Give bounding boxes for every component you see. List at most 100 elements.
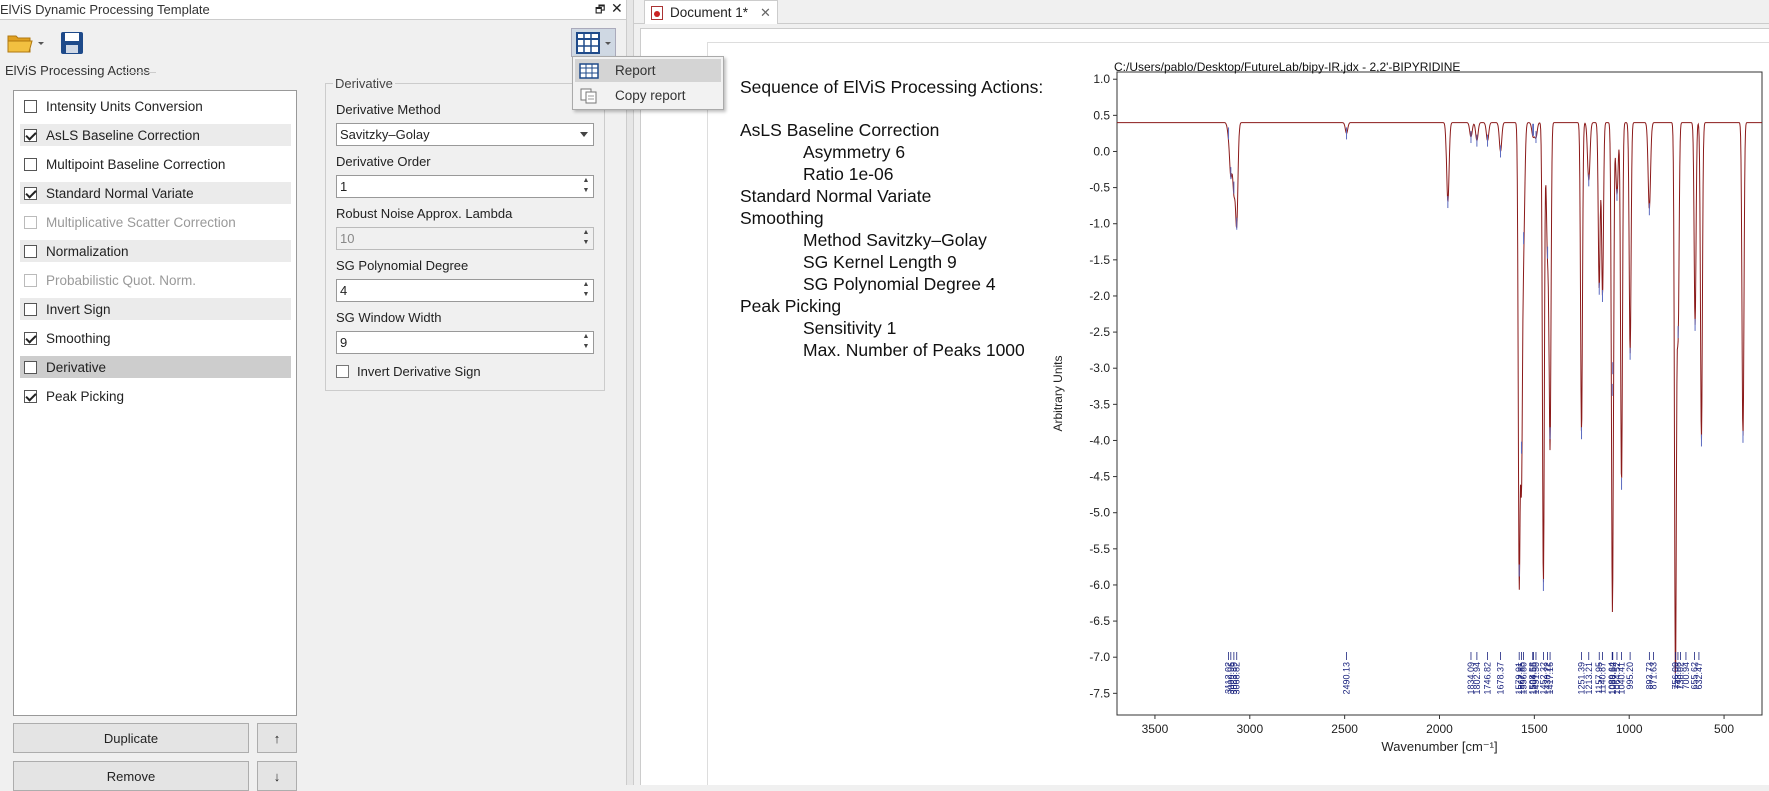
spin-arrows-icon[interactable]: ▲ ▼ xyxy=(579,176,593,197)
report-title: Sequence of ElViS Processing Actions: xyxy=(740,77,1044,97)
y-tick-label: 1.0 xyxy=(1093,72,1110,86)
checkbox xyxy=(24,215,37,229)
y-tick-label: -1.5 xyxy=(1089,253,1110,267)
checkbox[interactable] xyxy=(24,389,37,403)
action-label: Normalization xyxy=(46,243,129,259)
y-tick-label: -7.0 xyxy=(1089,650,1110,664)
action-label: Intensity Units Conversion xyxy=(46,98,203,114)
sg-window-width-spinbox[interactable]: 9 ▲ ▼ xyxy=(336,331,594,354)
action-intensity-units-conversion[interactable]: Intensity Units Conversion xyxy=(20,95,291,117)
report-line: Sensitivity 1 xyxy=(803,318,897,338)
report-line: Max. Number of Peaks 1000 xyxy=(803,340,1025,360)
checkbox[interactable] xyxy=(24,128,37,142)
y-axis-label: Arbitrary Units xyxy=(1051,355,1065,431)
report-menu-button[interactable] xyxy=(571,28,616,57)
action-multipoint-baseline-correction[interactable]: Multipoint Baseline Correction xyxy=(20,153,291,175)
action-peak-picking[interactable]: Peak Picking xyxy=(20,385,291,407)
close-icon[interactable]: ✕ xyxy=(611,0,623,17)
report-line: Standard Normal Variate xyxy=(740,186,932,206)
action-derivative[interactable]: Derivative xyxy=(20,356,291,378)
document-icon xyxy=(651,5,663,20)
tab-title: Document 1* xyxy=(670,5,749,20)
remove-button[interactable]: Remove xyxy=(13,761,249,791)
report-line: AsLS Baseline Correction xyxy=(740,120,940,140)
spin-arrows-icon: ▲ ▼ xyxy=(582,229,590,246)
panel-titlebar: ElViS Dynamic Processing Template 🗗 ✕ xyxy=(0,0,626,20)
report-line: Asymmetry 6 xyxy=(803,142,906,162)
report-line: Smoothing xyxy=(740,208,824,228)
restore-icon[interactable]: 🗗 xyxy=(595,1,605,20)
chevron-down-icon xyxy=(580,132,588,137)
spin-arrows-icon[interactable]: ▲ ▼ xyxy=(579,332,593,353)
derivative-method-label: Derivative Method xyxy=(336,102,441,117)
tab-close-icon[interactable]: ✕ xyxy=(760,5,771,21)
move-down-button[interactable]: ↓ xyxy=(257,761,297,791)
action-invert-sign[interactable]: Invert Sign xyxy=(20,298,291,320)
peak-label: 1213.21 xyxy=(1584,662,1594,695)
processing-actions-list[interactable]: Intensity Units Conversion AsLS Baseline… xyxy=(13,90,297,716)
invert-derivative-sign-label: Invert Derivative Sign xyxy=(357,364,481,379)
sg-window-width-label: SG Window Width xyxy=(336,310,442,325)
report-dropdown-menu: Report Copy report xyxy=(572,56,724,110)
action-label: Peak Picking xyxy=(46,388,125,404)
checkbox[interactable] xyxy=(24,331,37,345)
y-tick-label: -3.5 xyxy=(1089,397,1110,411)
tab-document-1[interactable]: Document 1* ✕ xyxy=(644,0,778,24)
x-tick-label: 1500 xyxy=(1521,722,1548,736)
action-label: Probabilistic Quot. Norm. xyxy=(46,272,197,288)
y-tick-label: -5.0 xyxy=(1089,506,1110,520)
open-button[interactable] xyxy=(6,30,48,56)
action-multiplicative-scatter-correction: Multiplicative Scatter Correction xyxy=(20,211,291,233)
plot-area xyxy=(1116,71,1763,716)
action-label: AsLS Baseline Correction xyxy=(46,127,200,143)
checkbox[interactable] xyxy=(24,186,37,200)
dropdown-value: Savitzky–Golay xyxy=(340,127,430,142)
action-asls-baseline-correction[interactable]: AsLS Baseline Correction xyxy=(20,124,291,146)
y-tick-label: -2.0 xyxy=(1089,289,1110,303)
checkbox[interactable] xyxy=(24,244,37,258)
peak-label: 995.20 xyxy=(1625,662,1635,690)
checkbox[interactable] xyxy=(24,157,37,171)
derivative-method-dropdown[interactable]: Savitzky–Golay xyxy=(336,123,594,146)
spinbox-value: 10 xyxy=(340,231,355,246)
menu-item-copy-report[interactable]: Copy report xyxy=(575,84,721,107)
action-label: Multiplicative Scatter Correction xyxy=(46,214,236,230)
document-tab-bar xyxy=(634,0,1769,24)
checkbox[interactable] xyxy=(24,302,37,316)
peak-label: 1746.82 xyxy=(1483,662,1493,695)
checkbox[interactable] xyxy=(24,360,37,374)
action-normalization[interactable]: Normalization xyxy=(20,240,291,262)
move-up-button[interactable]: ↑ xyxy=(257,723,297,753)
sg-polynomial-degree-spinbox[interactable]: 4 ▲ ▼ xyxy=(336,279,594,302)
x-tick-label: 2000 xyxy=(1426,722,1453,736)
save-button[interactable] xyxy=(60,30,84,56)
peak-label: 871.63 xyxy=(1649,662,1659,690)
processing-sequence-report: Sequence of ElViS Processing Actions: As… xyxy=(740,76,1043,361)
spinbox-value: 1 xyxy=(340,179,348,194)
copy-icon xyxy=(580,88,597,103)
checkbox[interactable] xyxy=(24,99,37,113)
y-tick-label: 0.0 xyxy=(1093,144,1110,158)
peak-label: 1417.16 xyxy=(1545,662,1555,695)
x-tick-label: 1000 xyxy=(1616,722,1643,736)
y-tick-label: -0.5 xyxy=(1089,181,1110,195)
report-line: SG Polynomial Degree 4 xyxy=(803,274,996,294)
chart-title: C:/Users/pablo/Desktop/FutureLab/bipy-IR… xyxy=(1114,60,1460,74)
spin-arrows-icon[interactable]: ▲ ▼ xyxy=(579,280,593,301)
x-tick-label: 3500 xyxy=(1142,722,1169,736)
invert-derivative-sign-checkbox[interactable] xyxy=(336,365,349,378)
duplicate-button[interactable]: Duplicate xyxy=(13,723,249,753)
report-line: Method Savitzky–Golay xyxy=(803,230,987,250)
peak-label: 2490.13 xyxy=(1342,662,1352,695)
floppy-icon xyxy=(61,32,83,54)
y-tick-label: -3.0 xyxy=(1089,361,1110,375)
menu-item-report[interactable]: Report xyxy=(575,59,721,82)
action-smoothing[interactable]: Smoothing xyxy=(20,327,291,349)
action-standard-normal-variate[interactable]: Standard Normal Variate xyxy=(20,182,291,204)
y-tick-label: -2.5 xyxy=(1089,325,1110,339)
x-axis-label: Wavenumber [cm⁻¹] xyxy=(1381,739,1497,754)
derivative-order-spinbox[interactable]: 1 ▲ ▼ xyxy=(336,175,594,198)
ir-spectrum-chart: C:/Users/pablo/Desktop/FutureLab/bipy-IR… xyxy=(1051,60,1763,754)
dock-splitter[interactable] xyxy=(626,0,634,785)
action-probabilistic-quot-norm: Probabilistic Quot. Norm. xyxy=(20,269,291,291)
